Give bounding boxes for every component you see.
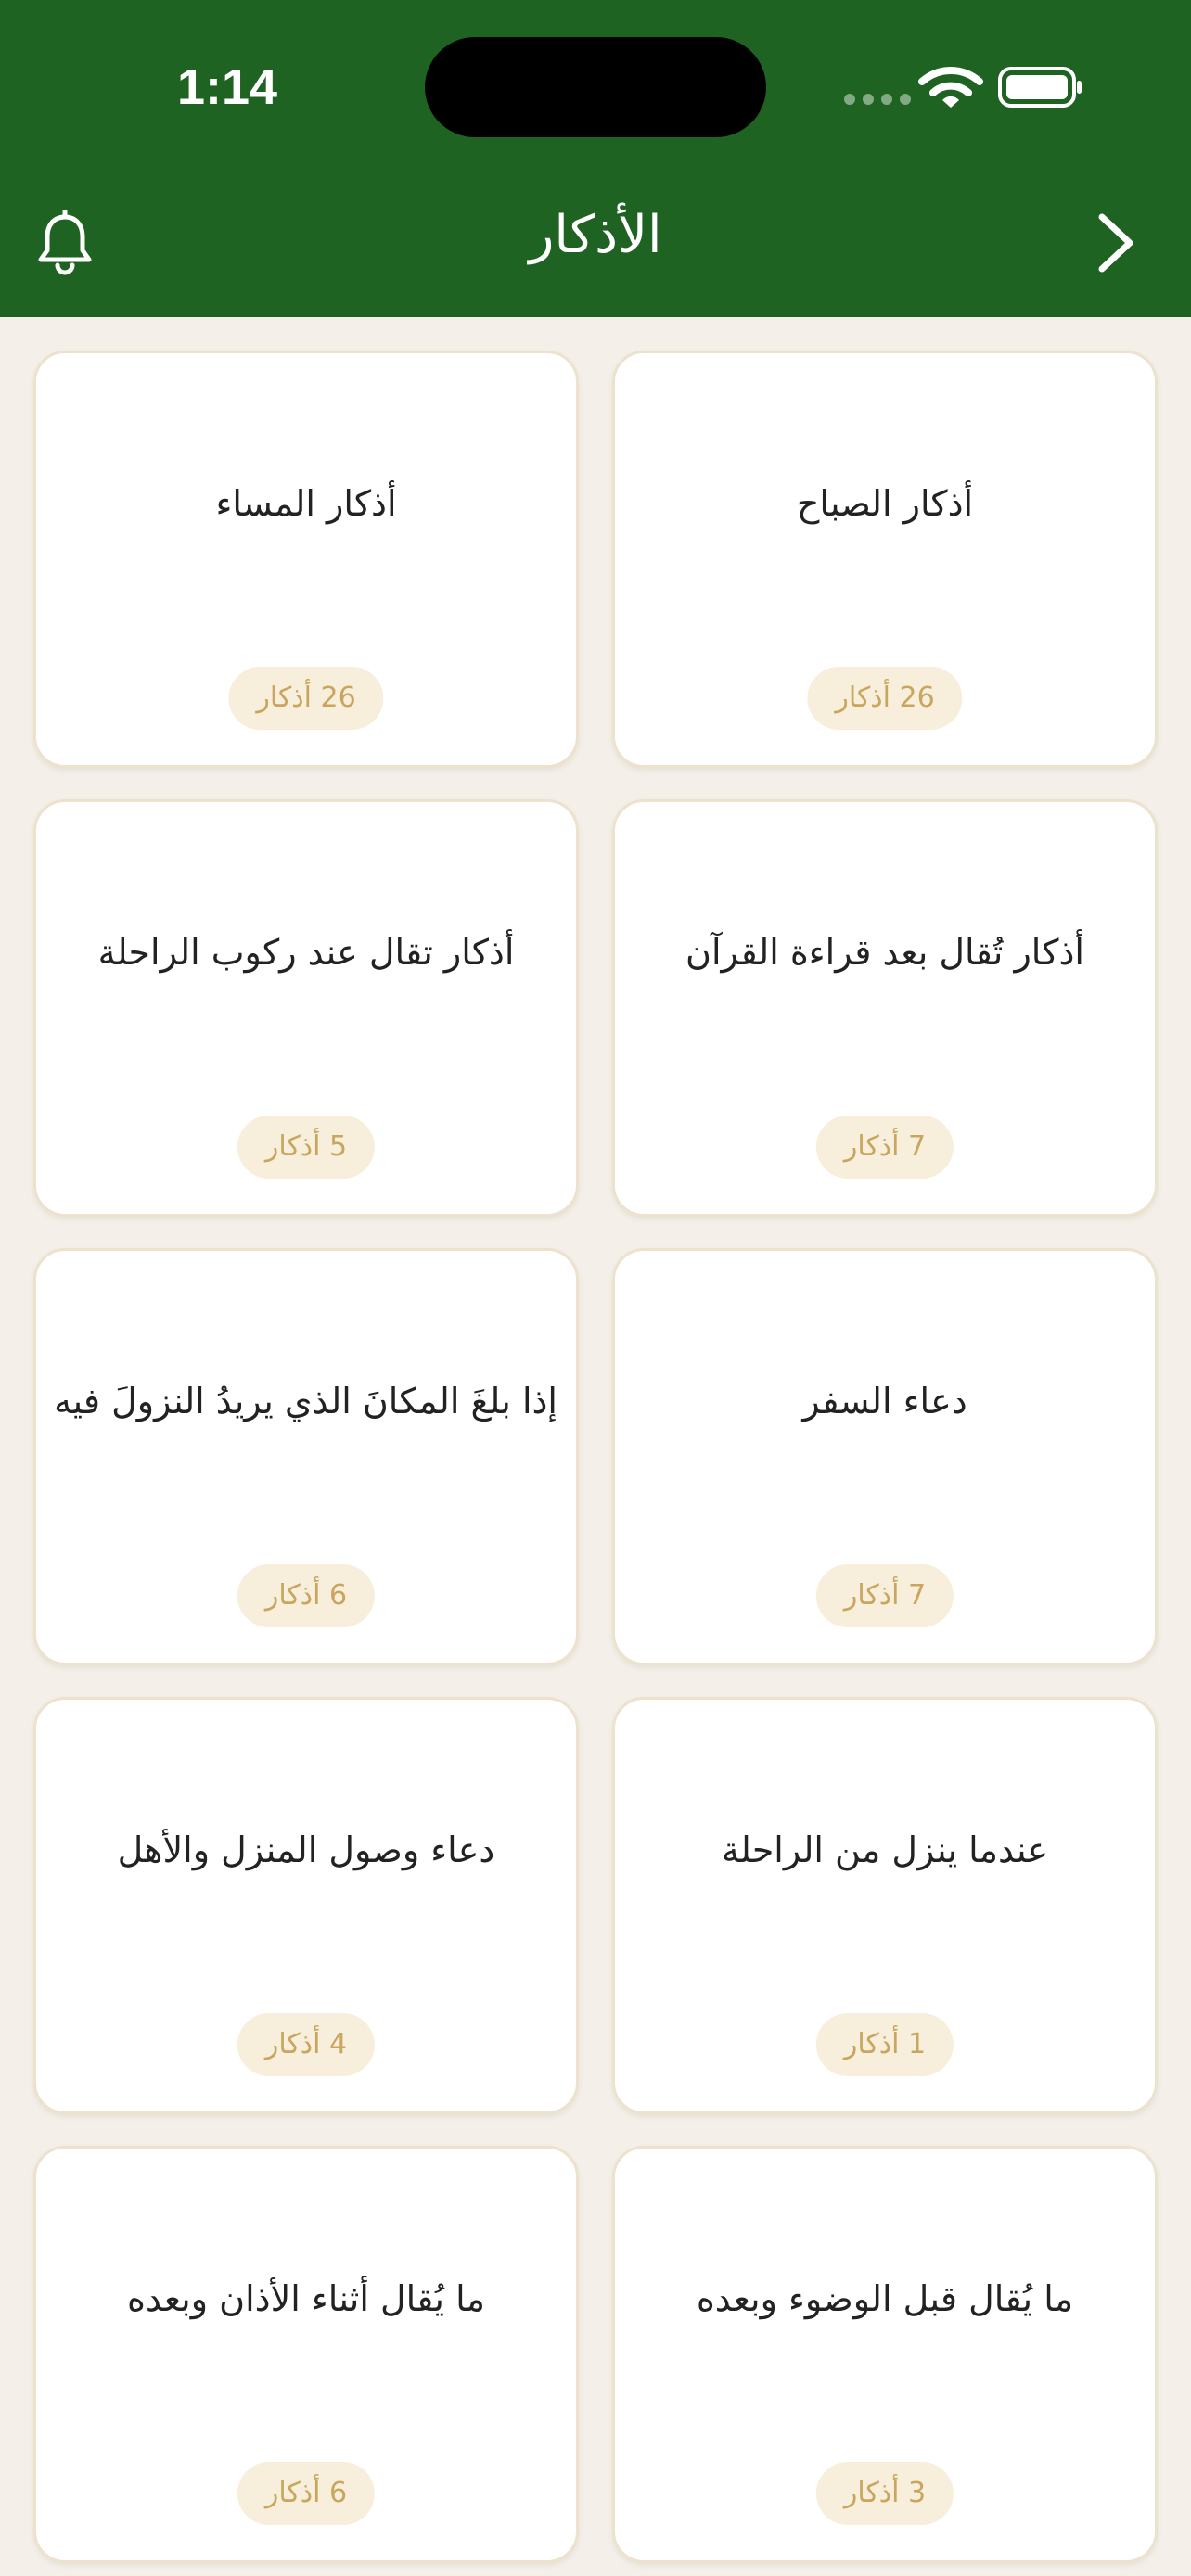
card-title: دعاء وصول المنزل والأهل <box>117 1830 495 1870</box>
azkar-card[interactable]: دعاء السفر 7 أذكار <box>612 1248 1158 1665</box>
card-title: دعاء السفر <box>802 1381 967 1422</box>
card-title: أذكار الصباح <box>796 483 974 524</box>
card-title: إذا بلغَ المكانَ الذي يريدُ النزولَ فيه <box>54 1381 557 1422</box>
card-title: أذكار المساء <box>215 483 397 524</box>
azkar-card[interactable]: إذا بلغَ المكانَ الذي يريدُ النزولَ فيه … <box>33 1248 579 1665</box>
status-time: 1:14 <box>176 59 278 115</box>
azkar-card[interactable]: ما يُقال أثناء الأذان وبعده 6 أذكار <box>33 2146 579 2563</box>
card-title: ما يُقال قبل الوضوء وبعده <box>696 2278 1074 2319</box>
count-badge: 7 أذكار <box>815 1564 954 1627</box>
app-header: 1:14 الأذكار <box>0 0 1191 317</box>
count-badge: 26 أذكار <box>807 667 963 730</box>
battery-icon <box>998 67 1082 108</box>
count-badge: 7 أذكار <box>815 1116 954 1179</box>
dynamic-island <box>425 37 766 137</box>
azkar-card[interactable]: أذكار الصباح 26 أذكار <box>612 351 1158 768</box>
count-badge: 26 أذكار <box>228 667 384 730</box>
count-badge: 3 أذكار <box>815 2462 954 2525</box>
azkar-card[interactable]: أذكار تُقال بعد قراءة القرآن 7 أذكار <box>612 799 1158 1217</box>
count-badge: 4 أذكار <box>237 2013 376 2076</box>
azkar-card[interactable]: ما يُقال قبل الوضوء وبعده 3 أذكار <box>612 2146 1158 2563</box>
azkar-grid: أذكار الصباح 26 أذكار أذكار المساء 26 أذ… <box>33 351 1158 2563</box>
bell-icon[interactable] <box>35 210 95 276</box>
card-title: عندما ينزل من الراحلة <box>721 1830 1049 1870</box>
count-badge: 5 أذكار <box>237 1116 376 1179</box>
chevron-right-icon[interactable] <box>1095 210 1137 276</box>
card-title: أذكار تُقال بعد قراءة القرآن <box>685 932 1084 973</box>
count-badge: 6 أذكار <box>237 2462 376 2525</box>
card-title: ما يُقال أثناء الأذان وبعده <box>126 2278 485 2319</box>
azkar-card[interactable]: أذكار تقال عند ركوب الراحلة 5 أذكار <box>33 799 579 1217</box>
cellular-signal-icon <box>844 94 911 105</box>
azkar-card[interactable]: أذكار المساء 26 أذكار <box>33 351 579 768</box>
wifi-icon <box>918 67 983 108</box>
count-badge: 1 أذكار <box>815 2013 954 2076</box>
azkar-card[interactable]: عندما ينزل من الراحلة 1 أذكار <box>612 1697 1158 2114</box>
azkar-card[interactable]: دعاء وصول المنزل والأهل 4 أذكار <box>33 1697 579 2114</box>
card-title: أذكار تقال عند ركوب الراحلة <box>97 932 515 973</box>
page-title: الأذكار <box>529 205 662 265</box>
count-badge: 6 أذكار <box>237 1564 376 1627</box>
